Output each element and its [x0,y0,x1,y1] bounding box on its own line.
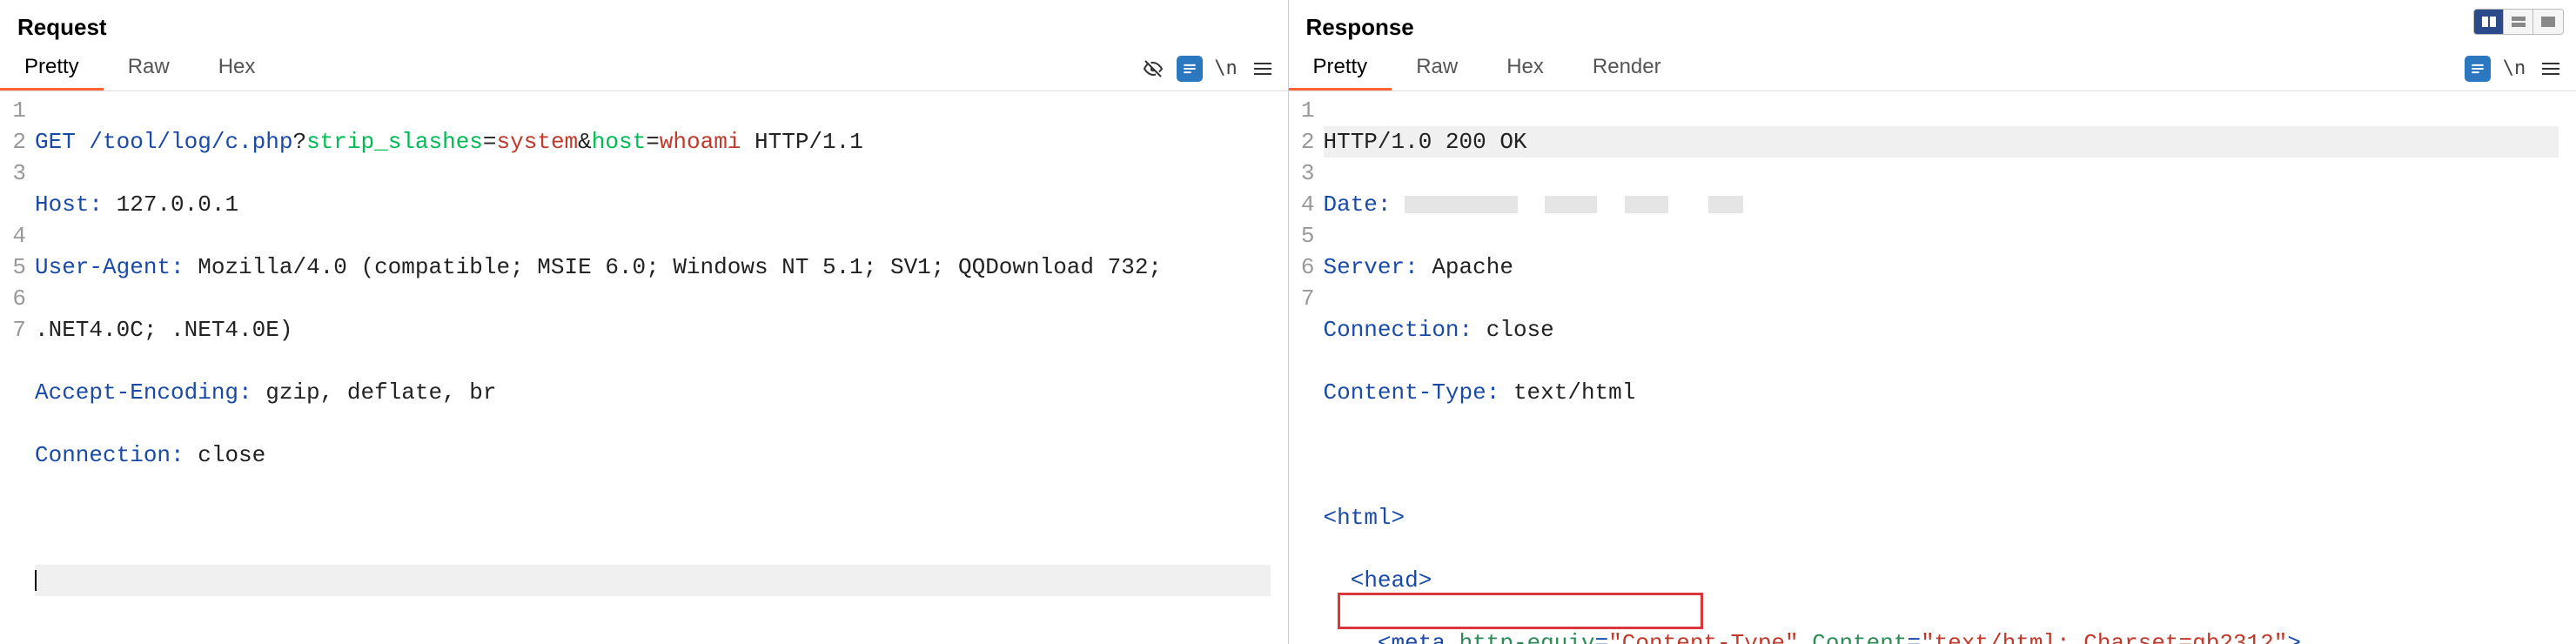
response-toprow: Pretty Raw Hex Render \n [1289,46,2576,91]
response-panel: Response Pretty Raw Hex Render \n [1289,0,2576,644]
redaction-box [1405,196,1518,213]
request-toolbar: \n [1140,56,1276,82]
tab-pretty[interactable]: Pretty [0,46,104,91]
request-toprow: Pretty Raw Hex \n [0,46,1288,91]
tab-raw[interactable]: Raw [104,46,194,91]
layout-single-icon[interactable] [2533,10,2563,34]
tab-raw[interactable]: Raw [1392,46,1482,91]
eye-off-icon[interactable] [1140,56,1166,82]
request-title: Request [0,0,1288,46]
request-panel: Request Pretty Raw Hex [0,0,1289,644]
request-code[interactable]: GET /tool/log/c.php?strip_slashes=system… [35,95,1288,644]
newline-icon[interactable]: \n [2501,56,2527,82]
response-code[interactable]: HTTP/1.0 200 OK Date: Server: Apache Con… [1324,95,2576,644]
menu-icon[interactable] [2538,56,2564,82]
layout-split-icon[interactable] [2474,10,2504,34]
response-toolbar: \n [2465,56,2564,82]
wrap-icon[interactable] [1177,56,1203,82]
tab-pretty[interactable]: Pretty [1289,46,1392,91]
menu-icon[interactable] [1250,56,1276,82]
tab-hex[interactable]: Hex [1482,46,1568,91]
wrap-icon[interactable] [2465,56,2491,82]
tab-hex[interactable]: Hex [194,46,280,91]
layout-stack-icon[interactable] [2504,10,2533,34]
redaction-box [1545,196,1597,213]
response-tabs: Pretty Raw Hex Render [1289,46,1686,91]
redaction-box [1708,196,1743,213]
request-editor[interactable]: 1 2 3 4 5 6 7 GET /tool/log/c.php?strip_… [0,91,1288,644]
layout-toggle [2473,9,2564,35]
response-viewer[interactable]: 1 2 3 4 5 6 7 HTTP/1.0 200 OK Date: Serv… [1289,91,2576,644]
response-gutter: 1 2 3 4 5 6 7 [1289,95,1324,644]
redaction-box [1625,196,1668,213]
text-cursor [35,570,37,591]
request-tabs: Pretty Raw Hex [0,46,279,91]
tab-render[interactable]: Render [1568,46,1686,91]
response-title: Response [1289,0,2576,46]
request-gutter: 1 2 3 4 5 6 7 [0,95,35,644]
newline-icon[interactable]: \n [1213,56,1239,82]
